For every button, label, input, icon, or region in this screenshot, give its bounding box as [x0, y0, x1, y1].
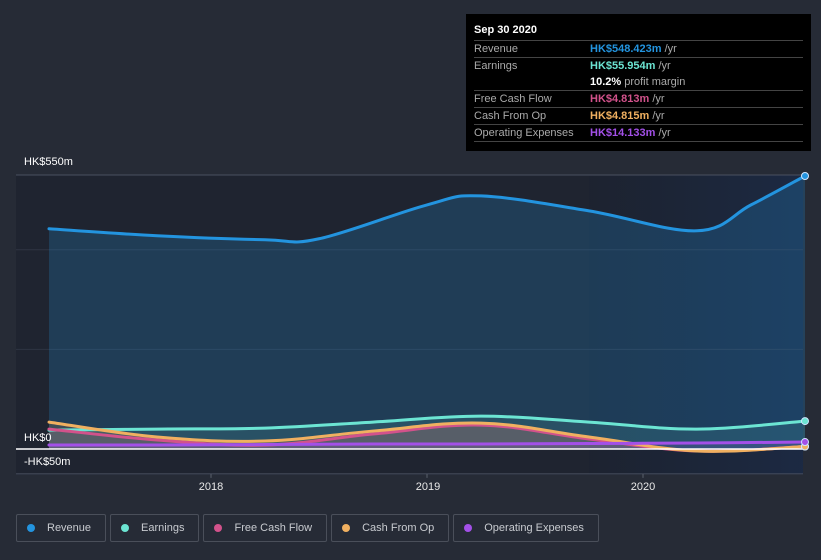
- x-tick-label-2019: 2019: [415, 481, 441, 493]
- legend-item-revenue[interactable]: Revenue: [16, 514, 107, 542]
- tooltip-value: HK$548.423m: [590, 43, 662, 55]
- legend-dot-icon: [464, 524, 473, 532]
- x-tick-label-2018: 2018: [198, 481, 224, 493]
- x-tick-label-2020: 2020: [630, 481, 656, 493]
- tooltip-label: Operating Expenses: [474, 127, 574, 139]
- legend-label: Operating Expenses: [484, 522, 584, 534]
- tooltip-panel: Sep 30 2020 Revenue HK$548.423m /yr Earn…: [466, 14, 811, 151]
- tooltip-unit: /yr: [652, 93, 665, 105]
- legend-dot-icon: [27, 524, 35, 532]
- tooltip-label: Cash From Op: [474, 110, 547, 122]
- marker-earnings: [801, 417, 809, 426]
- tooltip-row-cash-from-op: Cash From Op HK$4.815m /yr: [474, 108, 803, 125]
- tooltip-value: HK$4.815m: [590, 110, 650, 122]
- marker-revenue: [801, 171, 809, 180]
- marker-operating-expenses: [801, 438, 809, 447]
- tooltip-label: Free Cash Flow: [474, 93, 552, 105]
- tooltip-unit: profit margin: [624, 76, 686, 88]
- tooltip-value: HK$55.954m: [590, 60, 656, 72]
- tooltip-row-profit-margin: 10.2% profit margin: [474, 74, 803, 91]
- legend-item-free-cash-flow[interactable]: Free Cash Flow: [203, 514, 328, 542]
- tooltip-row-operating-expenses: Operating Expenses HK$14.133m /yr: [474, 125, 803, 142]
- legend-label: Free Cash Flow: [234, 522, 313, 534]
- legend-item-earnings[interactable]: Earnings: [110, 514, 200, 542]
- legend-dot-icon: [121, 524, 130, 532]
- legend-item-operating-expenses[interactable]: Operating Expenses: [453, 514, 599, 542]
- tooltip-unit: /yr: [652, 110, 665, 122]
- tooltip-value: 10.2%: [590, 76, 622, 88]
- legend-dot-icon: [214, 524, 223, 532]
- tooltip-row-earnings: Earnings HK$55.954m /yr: [474, 58, 803, 74]
- chart-legend: Revenue Earnings Free Cash Flow Cash Fro…: [16, 514, 599, 542]
- tooltip-value: HK$4.813m: [590, 93, 650, 105]
- tooltip-unit: /yr: [658, 60, 671, 72]
- legend-label: Revenue: [47, 522, 92, 534]
- legend-label: Earnings: [141, 522, 185, 534]
- tooltip-unit: /yr: [658, 127, 671, 139]
- legend-label: Cash From Op: [362, 522, 435, 534]
- tooltip-label: Revenue: [474, 43, 519, 55]
- legend-dot-icon: [342, 524, 351, 532]
- tooltip-date: Sep 30 2020: [474, 22, 803, 41]
- tooltip-row-revenue: Revenue HK$548.423m /yr: [474, 41, 803, 58]
- tooltip-unit: /yr: [664, 43, 677, 55]
- y-tick-label-top: HK$550m: [24, 156, 73, 168]
- y-tick-label-zero: HK$0: [24, 432, 52, 444]
- tooltip-value: HK$14.133m: [590, 127, 656, 139]
- tooltip-label: Earnings: [474, 60, 518, 72]
- tooltip-row-free-cash-flow: Free Cash Flow HK$4.813m /yr: [474, 91, 803, 108]
- y-tick-label-bottom: -HK$50m: [24, 456, 71, 468]
- legend-item-cash-from-op[interactable]: Cash From Op: [331, 514, 450, 542]
